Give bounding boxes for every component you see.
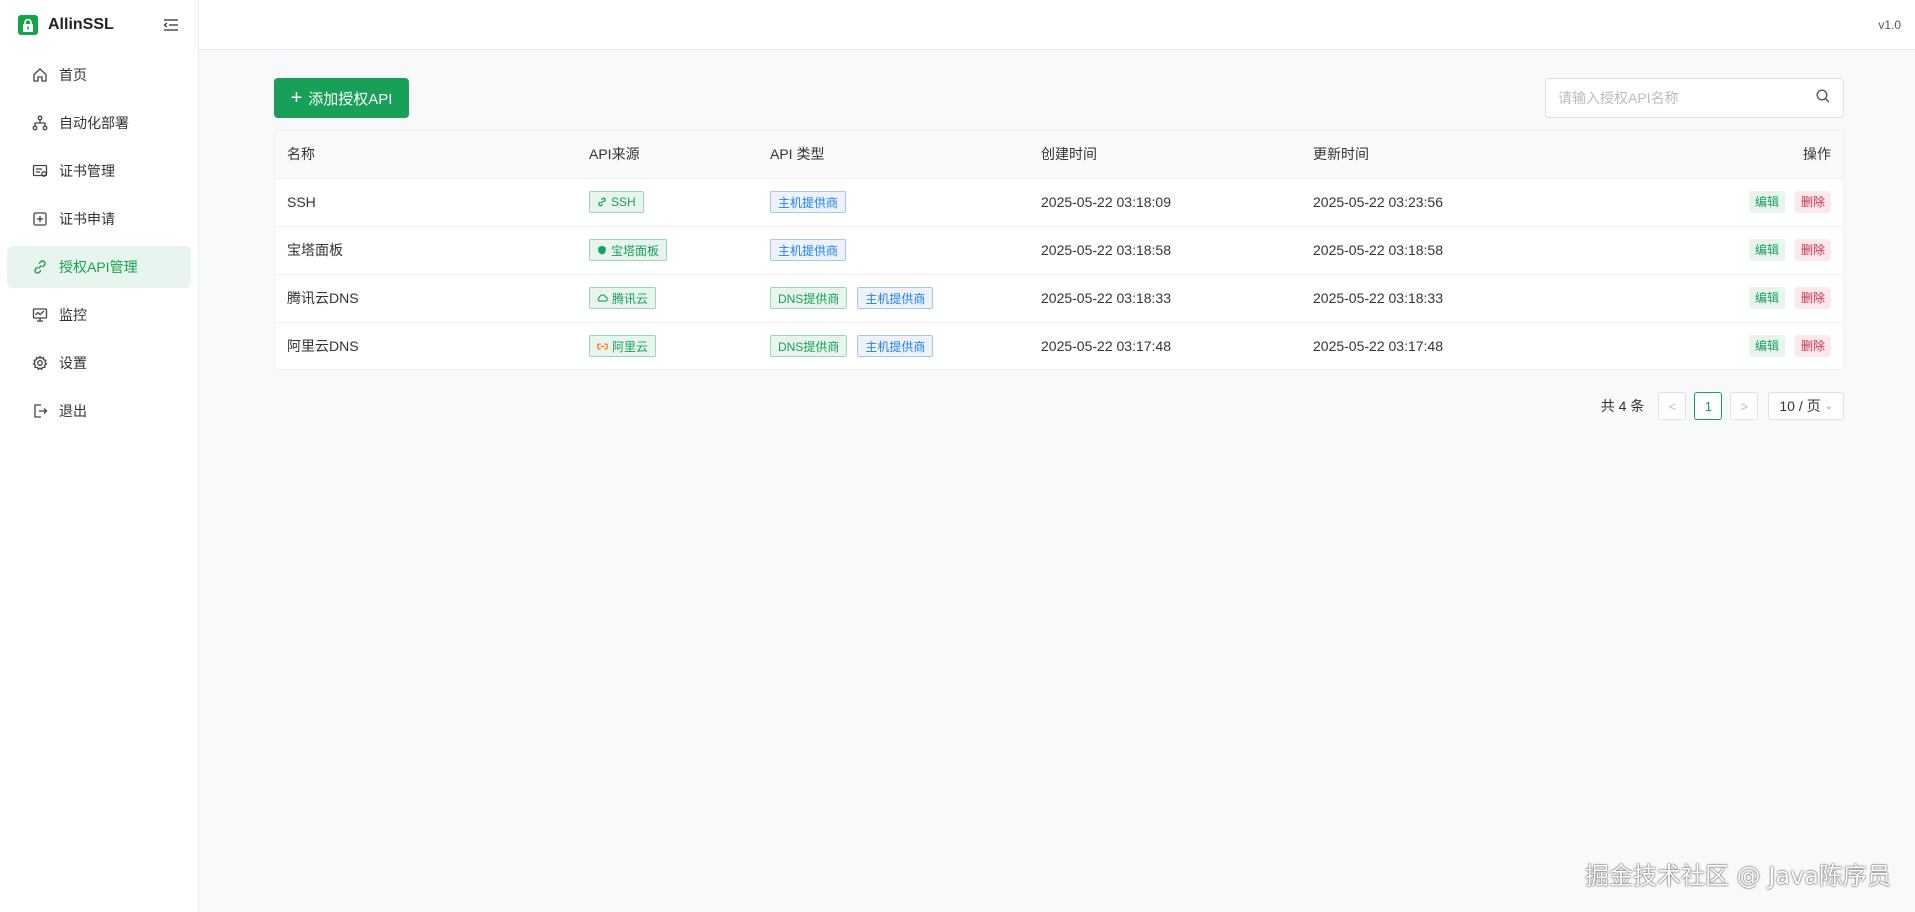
delete-button[interactable]: 删除: [1794, 287, 1831, 309]
sidebar-item-logout[interactable]: 退出: [7, 390, 191, 432]
add-auth-api-label: 添加授权API: [308, 90, 393, 108]
sidebar-item-workflow[interactable]: 自动化部署: [7, 102, 191, 144]
header-type: API 类型: [770, 146, 825, 163]
sidebar-item-label: 证书管理: [59, 163, 115, 179]
page-size-select[interactable]: 10 / 页 ⌄: [1768, 392, 1844, 420]
header-ops: 操作: [1803, 146, 1831, 163]
link-icon: [597, 197, 607, 207]
type-tag: DNS提供商: [770, 287, 848, 309]
type-tag: 主机提供商: [857, 335, 934, 358]
sidebar-item-certificates[interactable]: 证书管理: [7, 150, 191, 192]
edit-button[interactable]: 编辑: [1748, 335, 1785, 358]
table-row: 腾讯云DNS 腾讯云 DNS提供商 主机提供商 2025-05-22 03:18:…: [275, 274, 1843, 322]
page-size-label: 10 / 页: [1779, 398, 1821, 414]
plus-icon: +: [290, 87, 303, 109]
top-bar: v1.0: [199, 0, 1915, 50]
header-name: 名称: [287, 146, 315, 163]
pagination: 共 4 条 < 1 > 10 / 页 ⌄: [1601, 392, 1844, 420]
sidebar-item-label: 退出: [59, 403, 87, 419]
search-icon[interactable]: [1815, 88, 1831, 109]
search-box: [1545, 78, 1844, 118]
link-icon: [31, 258, 49, 276]
sidebar-item-home[interactable]: 首页: [7, 54, 191, 96]
next-page-button[interactable]: >: [1730, 392, 1759, 420]
plus-square-icon: [31, 210, 49, 228]
cell-name: 阿里云DNS: [287, 338, 359, 355]
table-header-row: 名称 API来源 API 类型 创建时间 更新时间 操作: [275, 131, 1843, 178]
cell-updated: 2025-05-22 03:18:58: [1313, 242, 1443, 258]
table-row: SSH SSH 主机提供商 2025-05-22 03:18:09 2025-0…: [275, 178, 1843, 226]
cell-updated: 2025-05-22 03:23:56: [1313, 194, 1443, 210]
table-row: 宝塔面板 宝塔面板 主机提供商 2025-05-22 03:18:58 2025…: [275, 226, 1843, 274]
search-input[interactable]: [1558, 90, 1815, 106]
cloud-icon: [597, 293, 608, 303]
delete-button[interactable]: 删除: [1794, 335, 1831, 358]
collapse-menu-icon[interactable]: [162, 16, 180, 34]
certificate-icon: [31, 162, 49, 180]
sidebar-item-label: 监控: [59, 307, 87, 323]
prev-page-button[interactable]: <: [1658, 392, 1687, 420]
sidebar-item-label: 首页: [59, 67, 87, 83]
cell-created: 2025-05-22 03:18:33: [1041, 290, 1171, 306]
lock-logo-icon: [18, 15, 38, 35]
type-tag: 主机提供商: [770, 239, 847, 261]
sidebar-item-settings[interactable]: 设置: [7, 342, 191, 384]
cell-created: 2025-05-22 03:18:09: [1041, 194, 1171, 210]
sidebar-menu: 首页 自动化部署 证书管理 证书申请 授权API管理 监控 设置 退出: [0, 50, 198, 442]
type-tag: 主机提供商: [770, 191, 847, 213]
logout-icon: [31, 402, 49, 420]
header-source: API来源: [589, 146, 640, 163]
cell-name: 宝塔面板: [287, 242, 343, 258]
cell-created: 2025-05-22 03:18:58: [1041, 242, 1171, 258]
home-icon: [31, 66, 49, 84]
total-count: 共 4 条: [1600, 398, 1645, 414]
sidebar-item-auth-api[interactable]: 授权API管理: [7, 246, 191, 288]
type-tag: 主机提供商: [857, 287, 934, 309]
bt-panel-icon: [597, 245, 607, 255]
sidebar-item-label: 自动化部署: [59, 115, 129, 131]
app-name: AllinSSL: [48, 16, 114, 33]
auth-api-table: 名称 API来源 API 类型 创建时间 更新时间 操作 SSH SSH 主机提…: [274, 130, 1844, 370]
page-number-button[interactable]: 1: [1694, 392, 1723, 420]
delete-button[interactable]: 删除: [1794, 191, 1831, 213]
sidebar-item-label: 证书申请: [59, 211, 115, 227]
source-tag-aliyun: 阿里云: [589, 335, 657, 358]
source-tag-bt-panel: 宝塔面板: [589, 239, 668, 261]
edit-button[interactable]: 编辑: [1748, 239, 1785, 261]
monitor-icon: [31, 306, 49, 324]
sidebar-item-apply[interactable]: 证书申请: [7, 198, 191, 240]
sidebar-item-label: 授权API管理: [59, 259, 138, 275]
chevron-down-icon: ⌄: [1824, 400, 1833, 412]
brand: AllinSSL: [0, 0, 198, 50]
sidebar: AllinSSL 首页 自动化部署 证书管理 证书申请 授权API管理 监控 设…: [0, 0, 199, 912]
sidebar-item-monitor[interactable]: 监控: [7, 294, 191, 336]
workflow-icon: [31, 114, 49, 132]
cell-updated: 2025-05-22 03:18:33: [1313, 290, 1443, 306]
cell-name: SSH: [287, 194, 316, 210]
cell-name: 腾讯云DNS: [287, 290, 359, 306]
add-auth-api-button[interactable]: + 添加授权API: [274, 78, 409, 118]
watermark: 掘金技术社区 @ Java陈序员: [1585, 862, 1891, 890]
edit-button[interactable]: 编辑: [1748, 191, 1785, 213]
sidebar-item-label: 设置: [59, 355, 87, 371]
header-updated: 更新时间: [1313, 146, 1369, 163]
source-tag-ssh: SSH: [589, 191, 644, 213]
header-created: 创建时间: [1041, 146, 1097, 163]
type-tag: DNS提供商: [770, 335, 848, 358]
table-row: 阿里云DNS 阿里云 DNS提供商 主机提供商 2025-05-22 03:17:…: [275, 322, 1843, 370]
aliyun-icon: [597, 342, 608, 351]
cell-updated: 2025-05-22 03:17:48: [1313, 338, 1443, 355]
delete-button[interactable]: 删除: [1794, 239, 1831, 261]
gear-icon: [31, 354, 49, 372]
cell-created: 2025-05-22 03:17:48: [1041, 338, 1171, 355]
edit-button[interactable]: 编辑: [1748, 287, 1785, 309]
source-tag-tencent: 腾讯云: [589, 287, 657, 309]
version-label: v1.0: [1878, 18, 1901, 32]
